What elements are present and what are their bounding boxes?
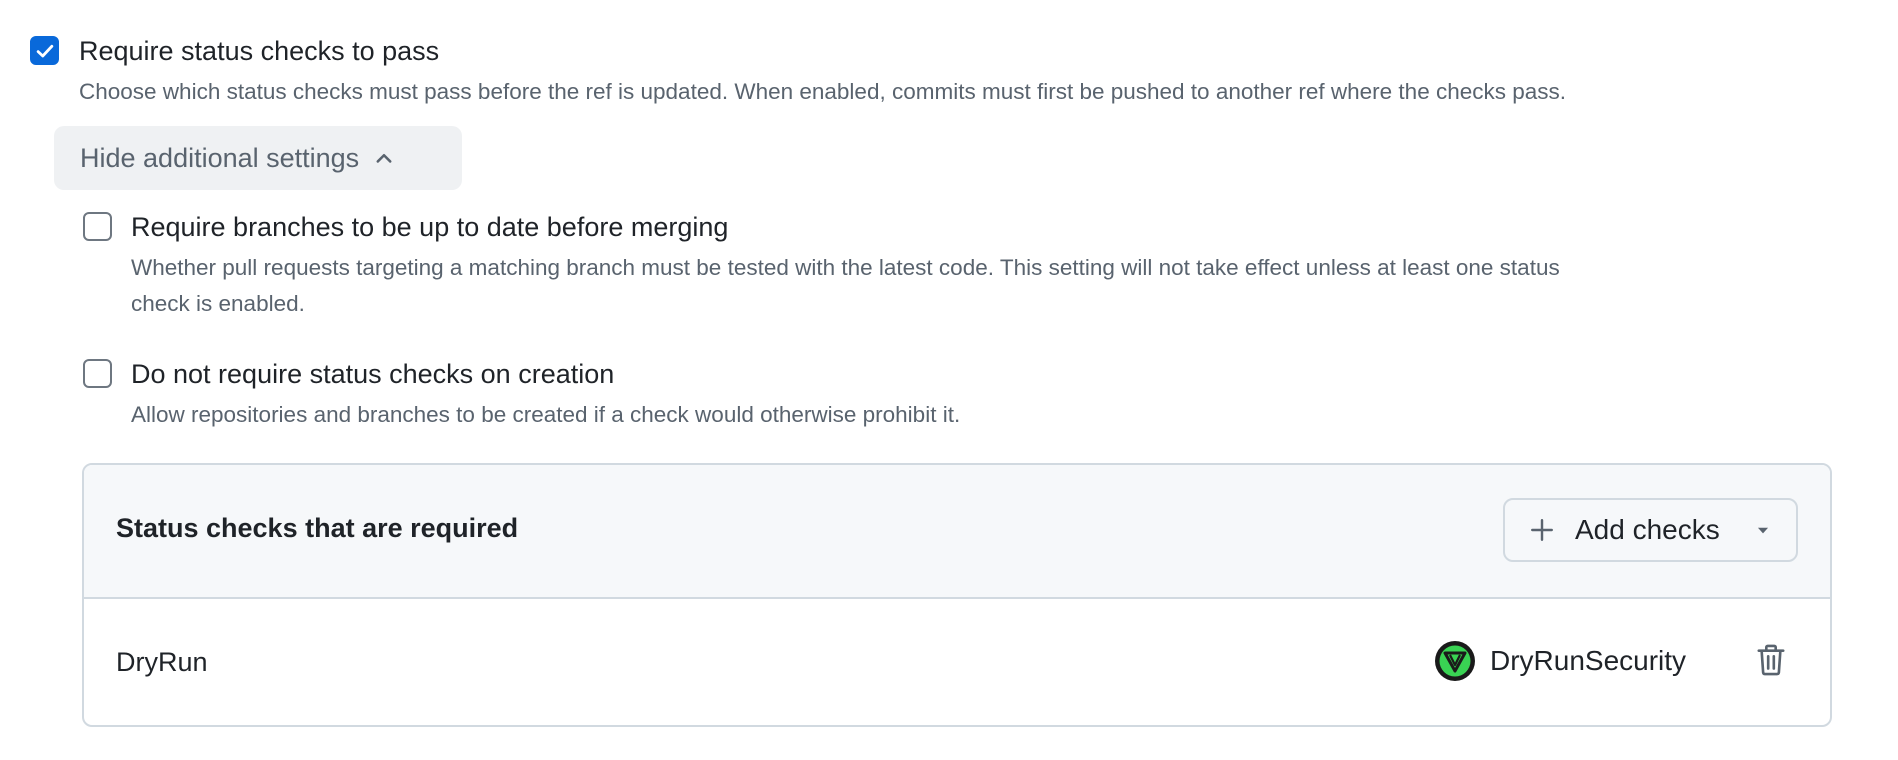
check-icon (36, 44, 53, 57)
hide-additional-settings-button[interactable]: Hide additional settings (54, 126, 462, 190)
table-row: DryRun DryRunSecurity (84, 597, 1830, 725)
check-app-name: DryRunSecurity (1490, 645, 1687, 676)
check-name: DryRun (116, 647, 208, 677)
check-app: DryRunSecurity (1434, 640, 1686, 682)
add-checks-button[interactable]: Add checks (1503, 498, 1798, 562)
required-checks-title: Status checks that are required (116, 513, 519, 543)
on-creation-checkbox[interactable] (83, 359, 112, 388)
on-creation-label: Do not require status checks on creation (131, 359, 615, 389)
up-to-date-description-line2: check is enabled. (131, 291, 305, 316)
up-to-date-label: Require branches to be up to date before… (131, 212, 729, 242)
status-checks-label: Require status checks to pass (79, 36, 440, 66)
dryrunsecurity-logo-icon (1434, 640, 1476, 682)
trash-icon[interactable] (1756, 643, 1786, 677)
up-to-date-checkbox[interactable] (83, 212, 112, 241)
status-checks-checkbox[interactable] (30, 36, 59, 65)
plus-icon (1529, 517, 1555, 543)
on-creation-description: Allow repositories and branches to be cr… (131, 402, 961, 427)
up-to-date-description-line1: Whether pull requests targeting a matchi… (131, 255, 1560, 280)
triangle-down-icon (1754, 521, 1772, 539)
add-checks-label: Add checks (1575, 514, 1720, 545)
chevron-up-icon (373, 147, 395, 169)
status-checks-description: Choose which status checks must pass bef… (79, 79, 1567, 104)
required-checks-header: Status checks that are required Add chec… (84, 465, 1830, 599)
required-checks-panel: Status checks that are required Add chec… (82, 463, 1832, 727)
hide-additional-settings-label: Hide additional settings (80, 142, 360, 173)
